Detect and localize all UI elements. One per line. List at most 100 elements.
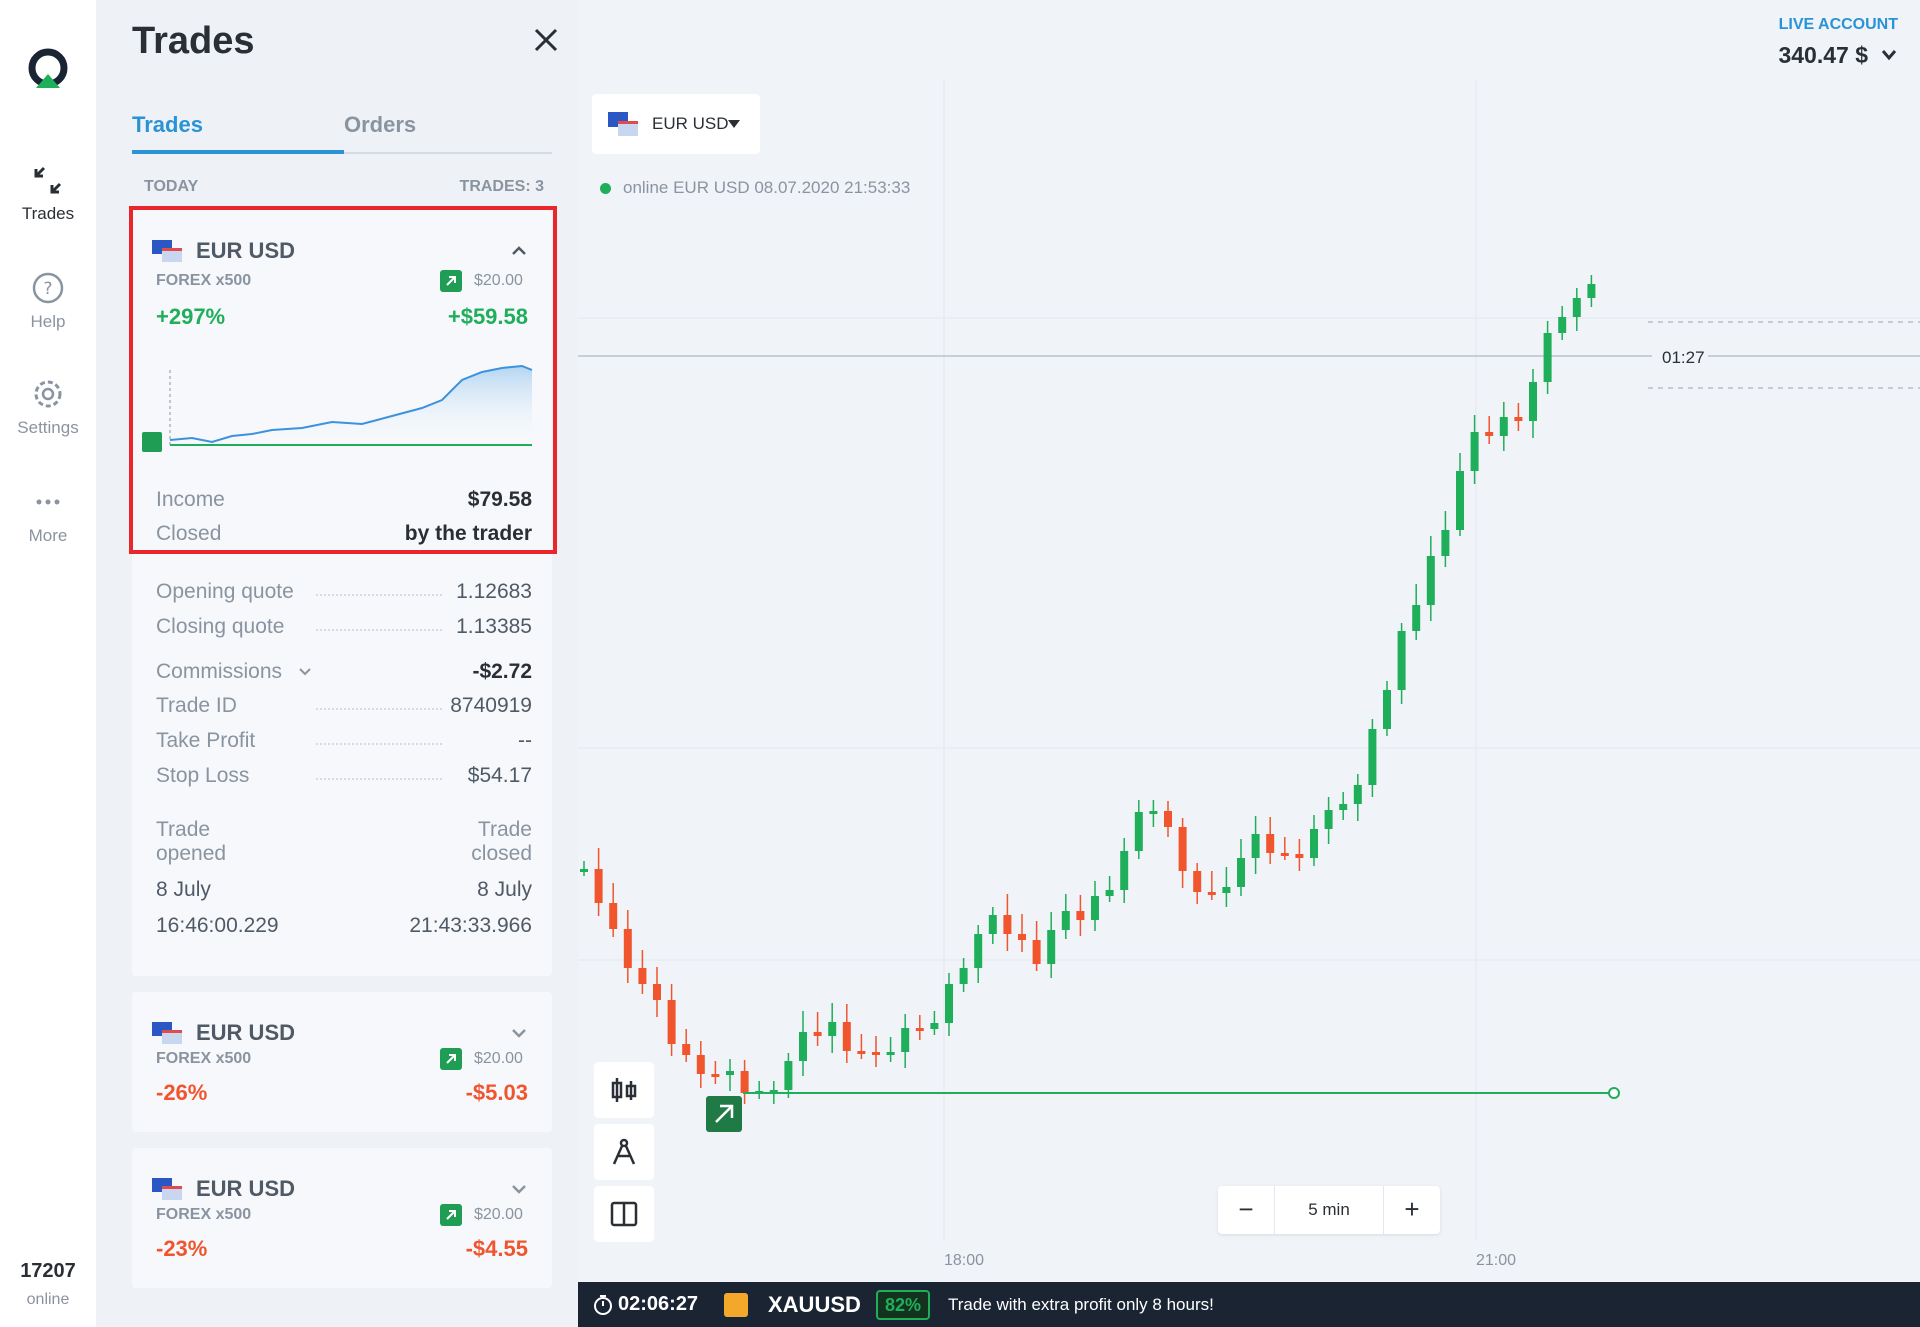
- candle-down: [1295, 854, 1304, 858]
- promo-bar[interactable]: 02:06:27 XAUUSD 82% Trade with extra pro…: [578, 1282, 1920, 1327]
- detail-label: Commissions: [156, 660, 283, 683]
- candle-up: [988, 915, 997, 934]
- rail-item-help[interactable]: ? Help: [0, 270, 96, 332]
- chart-status-text: online EUR USD 08.07.2020 21:53:33: [623, 178, 911, 197]
- trade-card-expanded[interactable]: EUR USD FOREX x500 $20.00 +297% +$59.58: [132, 210, 552, 976]
- rail-item-settings[interactable]: Settings: [0, 376, 96, 438]
- candle-up: [1368, 729, 1377, 785]
- dotted-leader: [316, 708, 442, 710]
- candles-icon: [611, 1078, 637, 1102]
- trade-card[interactable]: EUR USD FOREX x500 $20.00 -23% -$4.55: [132, 1148, 552, 1288]
- candle-up: [1251, 834, 1260, 858]
- chevron-down-icon[interactable]: [508, 1022, 530, 1044]
- candle-up: [580, 869, 588, 872]
- flag-eu-us-icon: [152, 1178, 182, 1200]
- candle-down: [1018, 934, 1026, 940]
- candle-down: [915, 1028, 924, 1031]
- candle-down: [1485, 432, 1494, 436]
- candle-up: [959, 968, 968, 984]
- zoom-in-button[interactable]: +: [1384, 1186, 1440, 1234]
- detail-value: --: [518, 729, 532, 752]
- trades-panel: Trades Trades Orders TODAY TRADES: 3 EUR…: [96, 0, 578, 1327]
- timeframe-value[interactable]: 5 min: [1274, 1186, 1384, 1234]
- flag-eu-us-icon: [152, 1022, 182, 1044]
- layout-button[interactable]: [594, 1186, 654, 1242]
- rail-item-trades[interactable]: Trades: [0, 162, 96, 224]
- candle-down: [609, 903, 618, 929]
- arrow-up-right-icon: [440, 270, 462, 292]
- candle-up: [1529, 382, 1537, 421]
- tab-orders[interactable]: Orders: [344, 112, 416, 138]
- mini-chart-entry-badge: [142, 432, 162, 452]
- chevron-down-icon[interactable]: [1880, 48, 1898, 62]
- closed-time-label: Trade closed: [471, 818, 532, 865]
- detail-value: 1.12683: [456, 580, 532, 603]
- help-icon: ?: [32, 272, 64, 304]
- trade-pair: EUR USD: [196, 238, 296, 263]
- income-value: $79.58: [467, 488, 532, 511]
- trade-pnl: +$59.58: [447, 304, 528, 329]
- candle-down: [1514, 417, 1523, 421]
- income-row: Income $79.58: [156, 488, 532, 512]
- account-type-label[interactable]: LIVE ACCOUNT: [1779, 16, 1898, 34]
- rail-item-more[interactable]: More: [0, 484, 96, 546]
- candle-down: [1003, 915, 1012, 934]
- online-status-dot: [600, 183, 611, 195]
- pair-selector[interactable]: EUR USD: [592, 94, 760, 154]
- trades-count: TRADES: 3: [459, 178, 544, 195]
- dotted-leader: [316, 594, 442, 596]
- promo-asset[interactable]: XAUUSD: [768, 1292, 861, 1318]
- candle-down: [813, 1032, 822, 1036]
- candle-up: [1558, 317, 1567, 333]
- trade-amount: $20.00: [474, 272, 523, 289]
- candle-down: [682, 1044, 691, 1055]
- caret-down-icon: [728, 120, 740, 128]
- candle-down: [1076, 911, 1085, 920]
- trade-card[interactable]: EUR USD FOREX x500 $20.00 -26% -$5.03: [132, 992, 552, 1132]
- flag-eu-us-icon: [608, 112, 638, 136]
- candle-up: [1324, 810, 1333, 829]
- candle-up: [1470, 432, 1479, 471]
- candle-up: [1412, 605, 1421, 631]
- detail-label: Trade ID: [156, 694, 237, 717]
- account-balance[interactable]: 340.47 $: [1778, 42, 1868, 69]
- chart-type-button[interactable]: [594, 1062, 654, 1118]
- candle-up: [1120, 851, 1129, 890]
- candle-up: [799, 1032, 807, 1061]
- candle-up: [901, 1028, 910, 1052]
- detail-value: -$2.72: [472, 660, 532, 683]
- chevron-down-icon[interactable]: [508, 1178, 530, 1200]
- close-icon[interactable]: [528, 22, 564, 58]
- chevron-down-icon[interactable]: [296, 665, 314, 679]
- candle-up: [1353, 785, 1362, 804]
- trade-percent: +297%: [156, 304, 226, 329]
- svg-text:?: ?: [43, 279, 52, 299]
- commissions-row[interactable]: Commissions -$2.72: [156, 660, 532, 684]
- zoom-out-button[interactable]: −: [1218, 1186, 1274, 1234]
- trade-instrument: FOREX x500: [156, 1050, 252, 1067]
- candle-up: [1105, 890, 1114, 896]
- rail-label-more: More: [28, 526, 68, 545]
- split-layout-icon: [610, 1201, 638, 1227]
- chevron-up-icon[interactable]: [508, 240, 530, 262]
- candle-down: [711, 1074, 720, 1077]
- candle-up: [1572, 298, 1581, 317]
- list-header-date: TODAY: [144, 178, 199, 195]
- candle-down: [842, 1022, 851, 1051]
- tab-trades[interactable]: Trades: [132, 112, 203, 138]
- candle-up: [930, 1023, 939, 1029]
- candle-down: [857, 1051, 866, 1054]
- trade-percent: -23%: [156, 1236, 208, 1261]
- drawing-tools-button[interactable]: [594, 1124, 654, 1180]
- candle-up: [1149, 811, 1158, 814]
- candle-up: [1426, 556, 1435, 605]
- candle-up: [1061, 911, 1070, 930]
- candle-up: [828, 1022, 837, 1036]
- candles: [580, 275, 1596, 1104]
- open-price-end-marker: [1608, 1087, 1620, 1099]
- promo-message[interactable]: Trade with extra profit only 8 hours!: [948, 1295, 1214, 1315]
- logo[interactable]: [26, 48, 70, 92]
- chart-grid: [578, 80, 1920, 1240]
- candle-up: [974, 934, 983, 968]
- page-title: Trades: [132, 20, 255, 62]
